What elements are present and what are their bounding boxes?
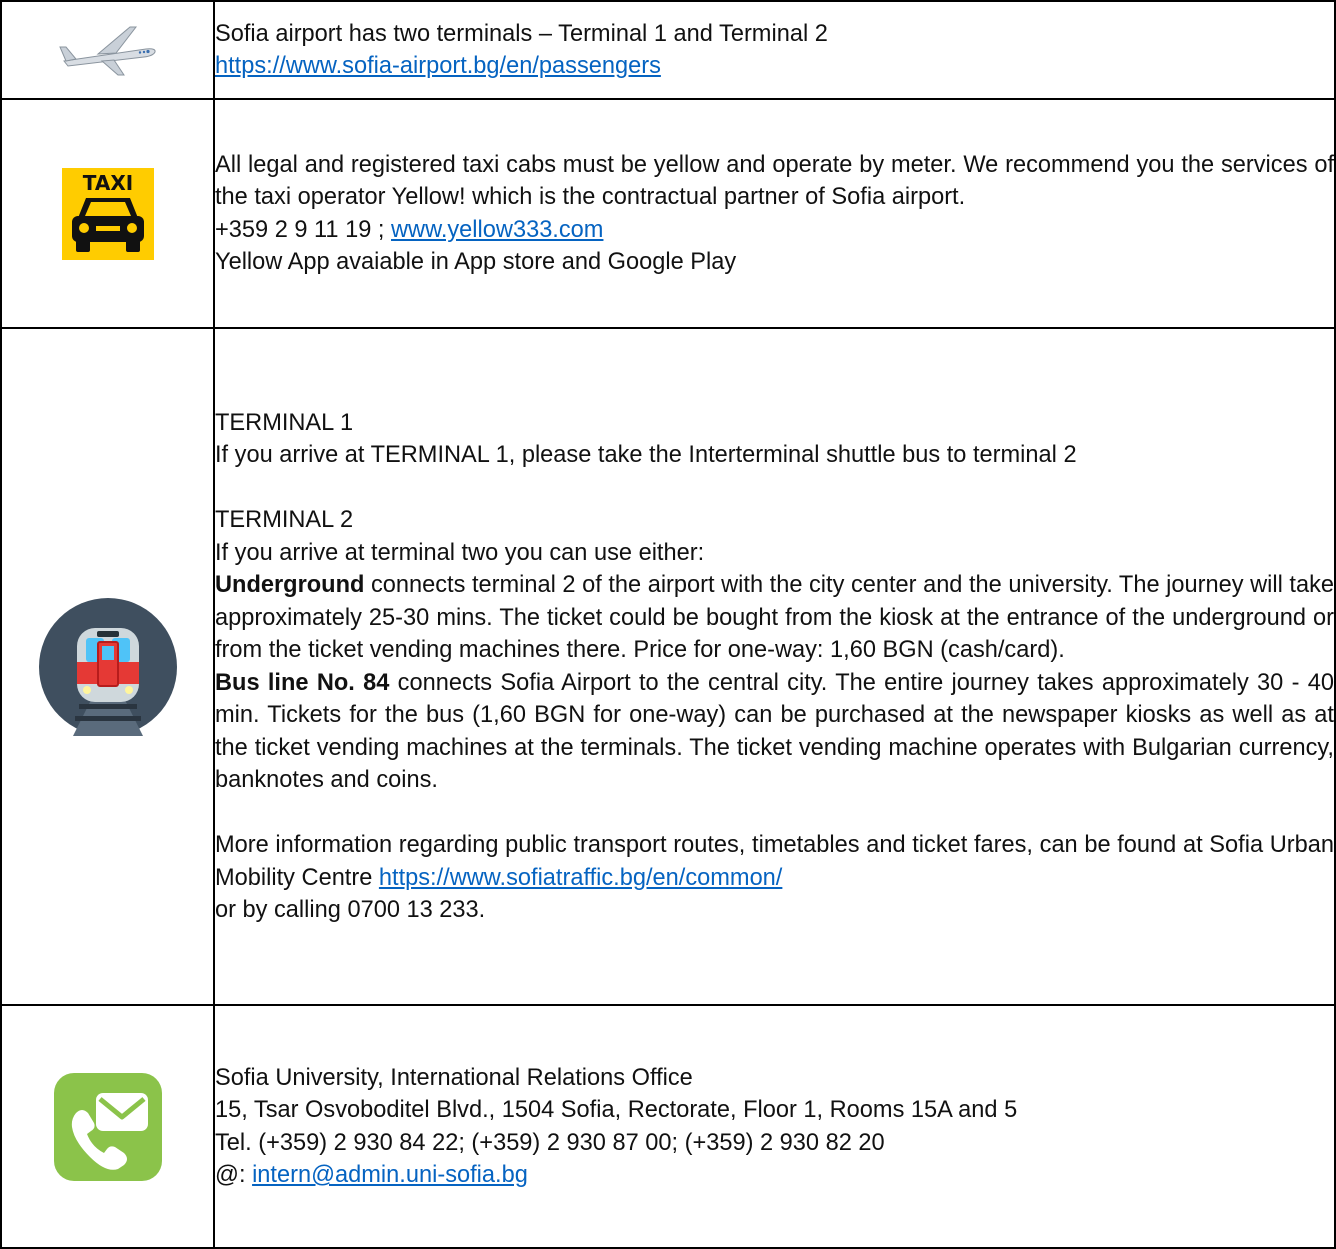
phone-mail-icon [2, 1072, 213, 1181]
underground-label: Underground [215, 572, 365, 598]
airplane-icon [2, 21, 213, 79]
terminal2-text: If you arrive at terminal two you can us… [215, 539, 705, 566]
bus-label: Bus line No. 84 [215, 669, 390, 696]
transport-text-cell: TERMINAL 1 If you arrive at TERMINAL 1, … [213, 327, 1336, 1006]
row-airport: Sofia airport has two terminals – Termin… [0, 0, 1336, 100]
airport-icon-cell [0, 0, 215, 100]
airport-text-cell: Sofia airport has two terminals – Termin… [213, 0, 1336, 100]
more-info-tail: or by calling 0700 13 233. [215, 897, 486, 923]
row-taxi: TAXI All legal and registered taxi cabs … [0, 98, 1336, 329]
transport-icon-cell [0, 327, 215, 1006]
row-contact: Sofia University, International Relation… [0, 1004, 1336, 1249]
taxi-phone: +359 2 9 11 19 ; [215, 216, 392, 243]
terminal2-heading: TERMINAL 2 [215, 507, 354, 533]
taxi-text-cell: All legal and registered taxi cabs must … [213, 98, 1336, 329]
row-transport: TERMINAL 1 If you arrive at TERMINAL 1, … [0, 327, 1336, 1006]
bus-paragraph: Bus line No. 84 connects Sofia Airport t… [215, 667, 1334, 797]
taxi-link[interactable]: www.yellow333.com [391, 217, 603, 243]
terminal1-heading: TERMINAL 1 [215, 409, 354, 436]
taxi-icon: TAXI [2, 167, 213, 260]
contact-icon-cell [0, 1004, 215, 1249]
info-table: Sofia airport has two terminals – Termin… [0, 0, 1336, 1249]
office-phones: Tel. (+359) 2 930 84 22; (+359) 2 930 87… [215, 1129, 885, 1156]
taxi-app-text: Yellow App avaiable in App store and Goo… [215, 249, 737, 275]
terminal1-text: If you arrive at TERMINAL 1, please take… [215, 442, 1077, 468]
email-link[interactable]: intern@admin.uni-sofia.bg [252, 1162, 528, 1188]
taxi-sign-text: TAXI [82, 171, 132, 195]
office-address: 15, Tsar Osvoboditel Blvd., 1504 Sofia, … [215, 1097, 1018, 1123]
email-prefix: @: [215, 1162, 253, 1188]
contact-text-cell: Sofia University, International Relation… [213, 1004, 1336, 1249]
taxi-contact-line: +359 2 9 11 19 ; www.yellow333.com [215, 214, 1334, 247]
taxi-intro-text: All legal and registered taxi cabs must … [215, 151, 1334, 211]
taxi-icon-cell: TAXI [0, 98, 215, 329]
office-name: Sofia University, International Relation… [215, 1064, 693, 1091]
metro-train-icon [2, 597, 213, 736]
underground-paragraph: Underground connects terminal 2 of the a… [215, 569, 1334, 667]
underground-text: connects terminal 2 of the airport with … [215, 572, 1334, 663]
airport-terminals-text: Sofia airport has two terminals – Termin… [215, 20, 828, 47]
sofiatraffic-link[interactable]: https://www.sofiatraffic.bg/en/common/ [379, 865, 782, 891]
office-email-line: @: intern@admin.uni-sofia.bg [215, 1159, 1334, 1192]
airport-link[interactable]: https://www.sofia-airport.bg/en/passenge… [215, 53, 661, 79]
more-info-paragraph: More information regarding public transp… [215, 829, 1334, 894]
